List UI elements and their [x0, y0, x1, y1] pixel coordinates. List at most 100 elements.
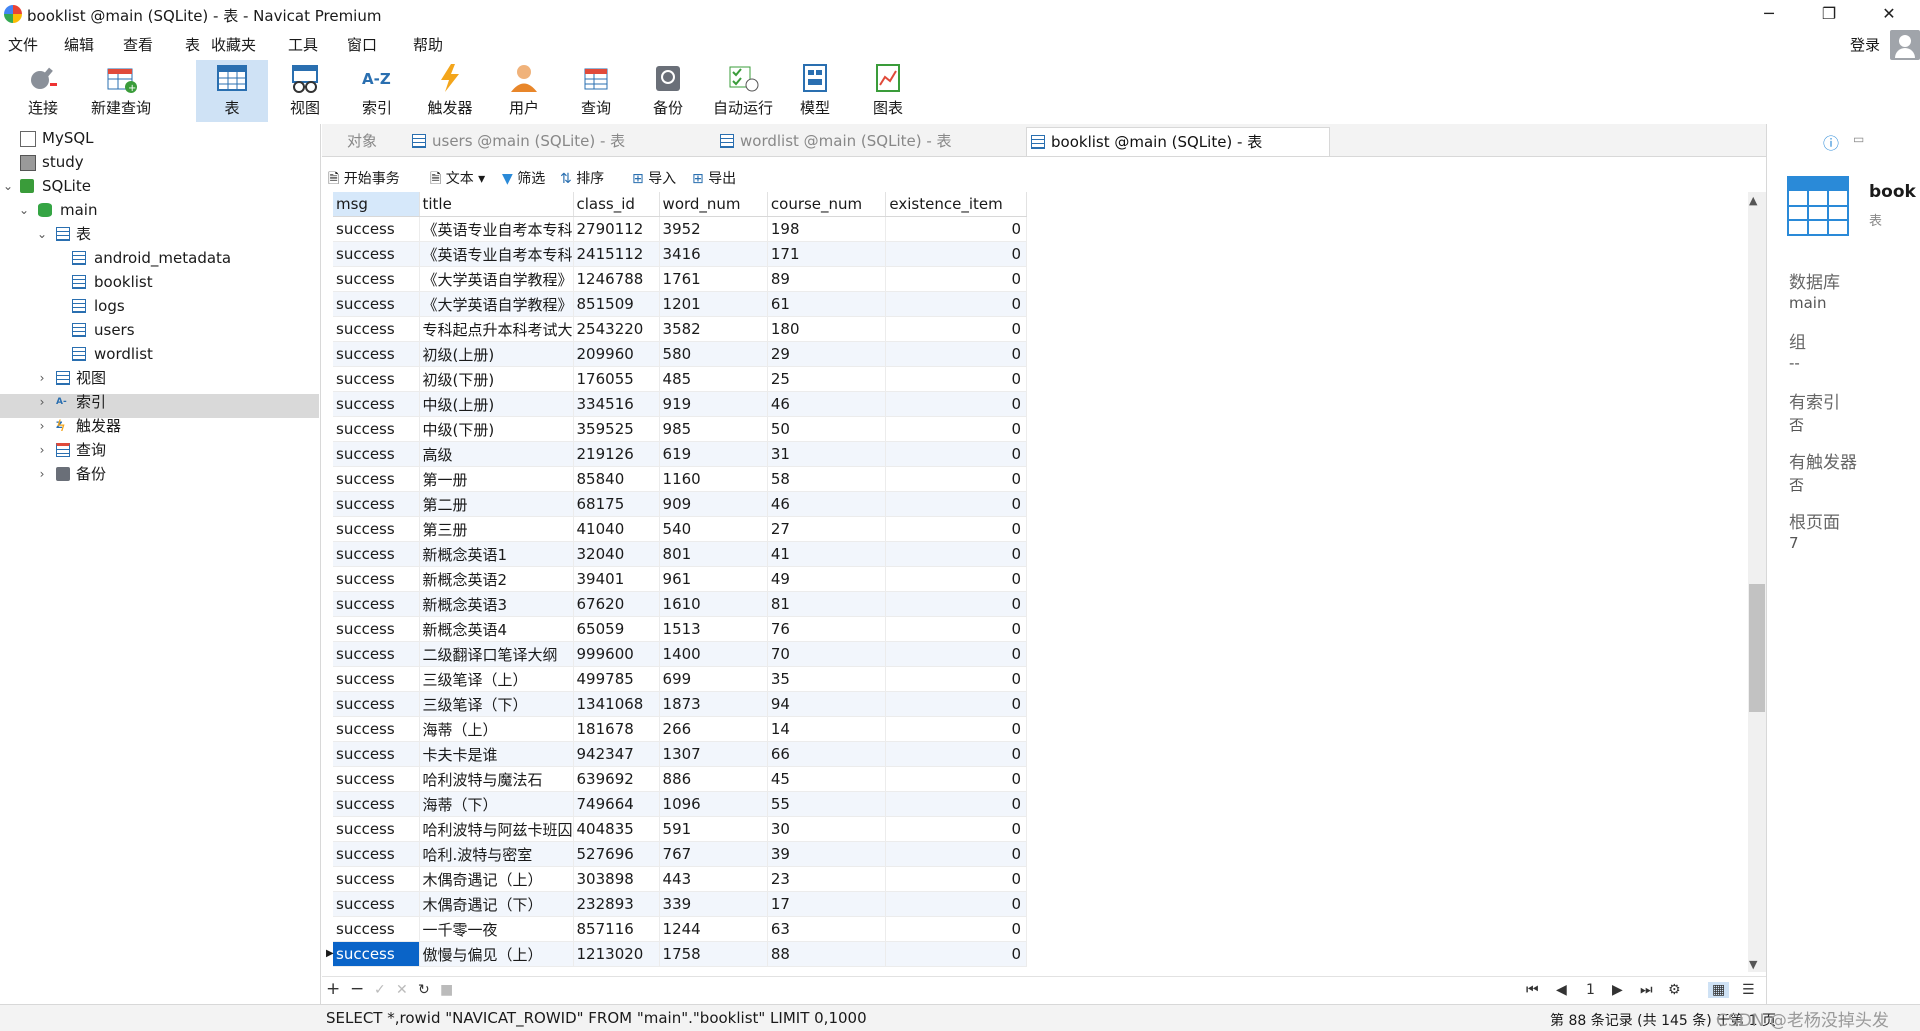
table-cell-msg[interactable]: success	[333, 491, 420, 517]
table-cell-word-num[interactable]: 443	[659, 866, 768, 892]
chevron-right-icon[interactable]: ›	[36, 390, 48, 414]
table-cell-course-num[interactable]: 70	[767, 641, 887, 667]
table-row[interactable]: success 傲慢与偏见（上） 1213020 1758 88 0	[333, 941, 1027, 967]
sidebar-item-backups[interactable]: › 备份	[34, 462, 294, 486]
table-cell-class-id[interactable]: 41040	[573, 516, 660, 542]
table-cell-course-num[interactable]: 17	[767, 891, 887, 917]
table-cell-title[interactable]: 中级(上册)	[419, 391, 574, 417]
toolbar-query-button[interactable]: 查询	[573, 60, 619, 122]
table-cell-title[interactable]: 初级(下册)	[419, 366, 574, 392]
table-cell-class-id[interactable]: 39401	[573, 566, 660, 592]
table-cell-course-num[interactable]: 49	[767, 566, 887, 592]
table-cell-msg[interactable]: success	[333, 941, 420, 967]
table-cell-msg[interactable]: success	[333, 266, 420, 292]
table-cell-course-num[interactable]: 76	[767, 616, 887, 642]
table-cell-existence-item[interactable]: 0	[885, 516, 1027, 542]
table-cell-existence-item[interactable]: 0	[885, 691, 1027, 717]
table-row[interactable]: success 海蒂（上） 181678 266 14 0	[333, 716, 1027, 742]
chevron-right-icon[interactable]: ›	[36, 366, 48, 390]
sidebar-item-indexes[interactable]: › A-Z 索引	[34, 390, 294, 431]
table-cell-word-num[interactable]: 909	[659, 491, 768, 517]
table-cell-course-num[interactable]: 46	[767, 491, 887, 517]
menu-window[interactable]: 窗口	[347, 34, 377, 55]
table-cell-title[interactable]: 第一册	[419, 466, 574, 492]
table-cell-msg[interactable]: success	[333, 316, 420, 342]
table-row[interactable]: success 哈利波特与魔法石 639692 886 45 0	[333, 766, 1027, 792]
table-cell-word-num[interactable]: 886	[659, 766, 768, 792]
table-cell-class-id[interactable]: 639692	[573, 766, 660, 792]
table-cell-word-num[interactable]: 985	[659, 416, 768, 442]
toolbar-table-button[interactable]: 表	[196, 60, 268, 122]
ddl-icon[interactable]: ▭	[1853, 132, 1864, 146]
table-cell-word-num[interactable]: 266	[659, 716, 768, 742]
minimize-button[interactable]: ─	[1746, 0, 1792, 28]
table-cell-title[interactable]: 木偶奇遇记（下）	[419, 891, 574, 917]
scroll-down-icon[interactable]: ▼	[1749, 958, 1757, 971]
table-cell-course-num[interactable]: 58	[767, 466, 887, 492]
table-cell-course-num[interactable]: 27	[767, 516, 887, 542]
sidebar-item-study[interactable]: study	[20, 150, 84, 174]
column-header-msg[interactable]: msg	[333, 192, 420, 217]
settings-gear-icon[interactable]: ⚙	[1668, 982, 1681, 998]
table-cell-word-num[interactable]: 485	[659, 366, 768, 392]
table-cell-msg[interactable]: success	[333, 716, 420, 742]
table-cell-course-num[interactable]: 29	[767, 341, 887, 367]
apply-icon[interactable]: ✓	[374, 982, 386, 998]
table-cell-msg[interactable]: success	[333, 641, 420, 667]
sidebar-item-views[interactable]: › 视图	[34, 366, 294, 390]
menu-file[interactable]: 文件	[8, 34, 38, 55]
menu-edit[interactable]: 编辑	[64, 34, 94, 55]
table-cell-course-num[interactable]: 46	[767, 391, 887, 417]
sidebar-item-users[interactable]: users	[72, 318, 135, 342]
table-cell-msg[interactable]: success	[333, 241, 420, 267]
table-cell-course-num[interactable]: 31	[767, 441, 887, 467]
table-cell-course-num[interactable]: 55	[767, 791, 887, 817]
close-button[interactable]: ✕	[1866, 0, 1912, 28]
table-cell-word-num[interactable]: 3416	[659, 241, 768, 267]
table-cell-word-num[interactable]: 1513	[659, 616, 768, 642]
table-cell-msg[interactable]: success	[333, 666, 420, 692]
table-cell-class-id[interactable]: 85840	[573, 466, 660, 492]
table-row[interactable]: success 第一册 85840 1160 58 0	[333, 466, 1027, 492]
table-row[interactable]: success 《大学英语自学教程》 1246788 1761 89 0	[333, 266, 1027, 292]
table-cell-course-num[interactable]: 35	[767, 666, 887, 692]
table-cell-word-num[interactable]: 540	[659, 516, 768, 542]
table-cell-title[interactable]: 三级笔译（上）	[419, 666, 574, 692]
table-cell-word-num[interactable]: 801	[659, 541, 768, 567]
table-cell-existence-item[interactable]: 0	[885, 716, 1027, 742]
table-cell-class-id[interactable]: 359525	[573, 416, 660, 442]
table-cell-title[interactable]: 高级	[419, 441, 574, 467]
table-cell-title[interactable]: 《英语专业自考本专科	[419, 216, 574, 242]
table-cell-title[interactable]: 哈利.波特与密室	[419, 841, 574, 867]
table-cell-course-num[interactable]: 50	[767, 416, 887, 442]
table-cell-word-num[interactable]: 3952	[659, 216, 768, 242]
discard-icon[interactable]: ✕	[396, 982, 408, 998]
toolbar-new-query-button[interactable]: + 新建查询	[88, 60, 154, 122]
menu-help[interactable]: 帮助	[413, 34, 443, 55]
menu-table[interactable]: 表	[185, 34, 200, 55]
table-cell-title[interactable]: 卡夫卡是谁	[419, 741, 574, 767]
table-cell-word-num[interactable]: 1244	[659, 916, 768, 942]
table-cell-word-num[interactable]: 339	[659, 891, 768, 917]
tab-wordlist[interactable]: wordlist @main (SQLite) - 表	[720, 127, 1020, 155]
tab-objects[interactable]: 对象	[322, 127, 402, 155]
table-cell-course-num[interactable]: 180	[767, 316, 887, 342]
delete-record-icon[interactable]: −	[350, 979, 364, 999]
table-cell-title[interactable]: 第三册	[419, 516, 574, 542]
sidebar-item-wordlist[interactable]: wordlist	[72, 342, 153, 366]
table-cell-course-num[interactable]: 45	[767, 766, 887, 792]
table-cell-class-id[interactable]: 1246788	[573, 266, 660, 292]
import-button[interactable]: ⊞ 导入	[632, 168, 676, 188]
table-row[interactable]: success 一千零一夜 857116 1244 63 0	[333, 916, 1027, 942]
page-number[interactable]: 1	[1586, 982, 1595, 998]
column-header-title[interactable]: title	[419, 192, 574, 217]
sort-button[interactable]: ⇅ 排序	[560, 168, 604, 188]
toolbar-connect-button[interactable]: 连接	[18, 60, 68, 122]
table-row[interactable]: success 初级(上册) 209960 580 29 0	[333, 341, 1027, 367]
table-cell-existence-item[interactable]: 0	[885, 916, 1027, 942]
table-row[interactable]: success 初级(下册) 176055 485 25 0	[333, 366, 1027, 392]
sidebar-item-booklist[interactable]: booklist	[72, 270, 153, 294]
sidebar-item-triggers[interactable]: › ϟ 触发器	[34, 414, 294, 438]
table-cell-title[interactable]: 木偶奇遇记（上）	[419, 866, 574, 892]
table-cell-course-num[interactable]: 94	[767, 691, 887, 717]
